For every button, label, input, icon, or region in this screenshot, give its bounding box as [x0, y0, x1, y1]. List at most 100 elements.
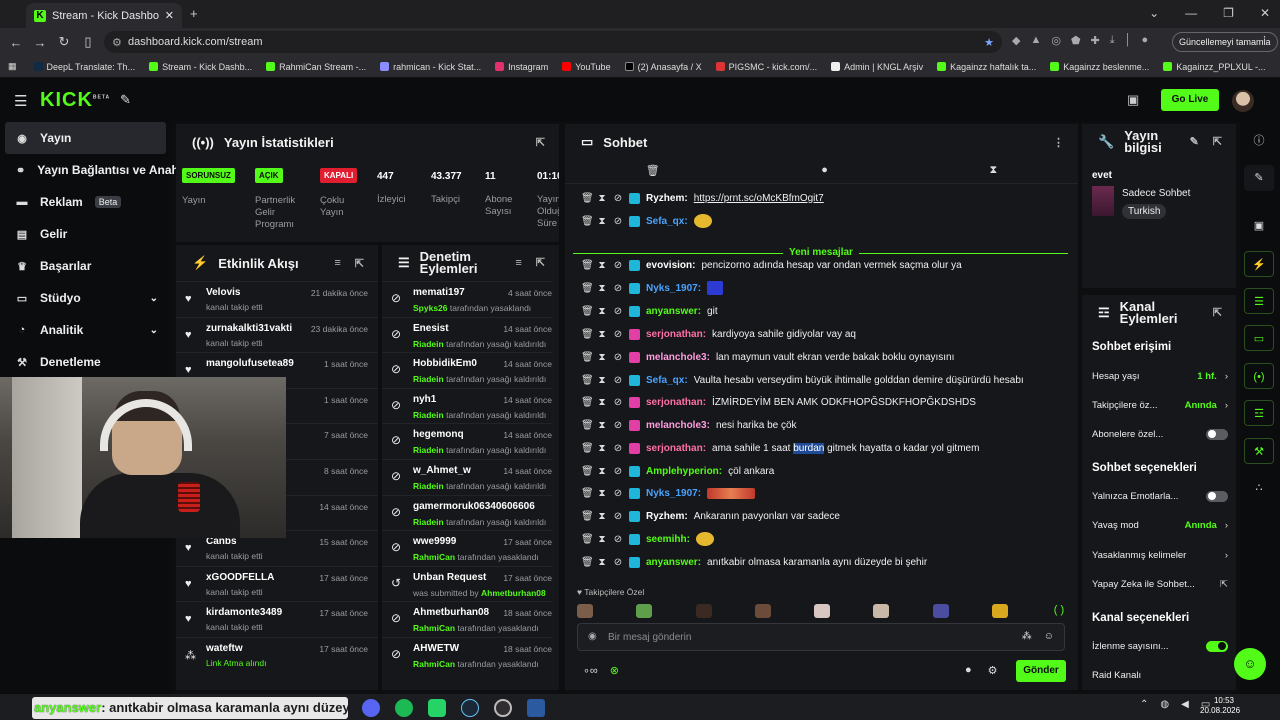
ban-icon[interactable]: ⊘	[613, 306, 623, 317]
emote-icon[interactable]: ( )	[1051, 604, 1067, 618]
delete-icon[interactable]: 🗑	[581, 283, 594, 294]
emote-icon[interactable]	[636, 604, 653, 618]
chat-username[interactable]: anyanswer:	[646, 557, 701, 568]
dots-icon[interactable]: ∴	[1244, 475, 1274, 501]
delete-icon[interactable]: 🗑	[581, 397, 594, 408]
chat-username[interactable]: seemihh:	[646, 534, 690, 545]
timeout-icon[interactable]: ⧗	[597, 466, 607, 477]
timeout-icon[interactable]: ⧗	[597, 488, 607, 499]
moderation-row[interactable]: ⊘ wwe9999 RahmiCan tarafından yasaklandı 17…	[382, 530, 552, 566]
popout-icon[interactable]: ⇱	[355, 257, 364, 270]
activity-row[interactable]: ♥ xGOODFELLA kanalı takip etti 17 saat önce	[176, 565, 378, 602]
settings-dots-icon[interactable]: ∘∞	[583, 664, 598, 677]
puzzle-icon[interactable]: ✚	[1091, 34, 1100, 47]
delete-icon[interactable]: 🗑	[581, 488, 594, 499]
bookmark-item[interactable]: Instagram	[488, 62, 555, 72]
chat-icon[interactable]: ▭	[1244, 325, 1274, 351]
bookmark-item[interactable]: Admin | KNGL Arşiv	[824, 62, 930, 72]
download-icon[interactable]: ⤓	[1110, 34, 1115, 47]
kick-small-icon[interactable]: ⊗	[610, 664, 619, 677]
extension-icon[interactable]: ▲	[1030, 34, 1041, 47]
bookmark-item[interactable]: PIGSMC - kick.com/...	[709, 62, 825, 72]
emoji-icon[interactable]: ☺	[1044, 631, 1054, 642]
reload-icon[interactable]: ↻	[52, 34, 76, 50]
chat-username[interactable]: evovision:	[646, 260, 695, 271]
delete-icon[interactable]: 🗑	[581, 193, 594, 204]
bookmark-item[interactable]: Stream - Kick Dashb...	[142, 62, 259, 72]
timeout-icon[interactable]: ⧗	[597, 283, 607, 294]
ai-chat-row[interactable]: Yapay Zeka ile Sohbet... ⇱	[1092, 576, 1228, 592]
site-info-icon[interactable]: ⚙	[112, 36, 122, 49]
chat-message[interactable]: 🗑 ⧗ ⊘ Sefa_qx:	[581, 211, 712, 231]
maximize-icon[interactable]: ❐	[1223, 6, 1234, 20]
timeout-icon[interactable]: ⧗	[597, 352, 607, 363]
more-icon[interactable]: ⋮	[1053, 136, 1064, 149]
chat-username[interactable]: anyanswer:	[646, 306, 701, 317]
ban-icon[interactable]: ⊘	[613, 352, 623, 363]
popout-icon[interactable]: ⇱	[1213, 136, 1222, 148]
extension-icon[interactable]: ⬟	[1071, 34, 1081, 47]
timeout-icon[interactable]: ⧗	[597, 511, 607, 522]
avatar[interactable]	[1232, 90, 1254, 112]
sidebar-item-basarilar[interactable]: ♛ Başarılar	[0, 250, 172, 282]
sidebar-item-link[interactable]: ⚭ Yayın Bağlantısı ve Anahtarı	[0, 154, 198, 186]
moderation-row[interactable]: ⊘ hegemonq Riadein tarafından yasağı kaldı…	[382, 423, 552, 459]
extension-icon[interactable]: ◎	[1051, 34, 1061, 47]
chat-message[interactable]: 🗑 ⧗ ⊘ serjonathan: İZMİRDEYİM BEN AMK ODKFHO…	[581, 392, 976, 412]
bolt-icon[interactable]: ⚡	[1244, 251, 1274, 277]
raid-row[interactable]: Raid Kanalı	[1092, 667, 1228, 683]
back-icon[interactable]: ←	[4, 35, 28, 50]
emote-icon[interactable]	[932, 604, 949, 618]
timeout-icon[interactable]: ⧗	[597, 420, 607, 431]
moderation-row[interactable]: ⊘ w_Ahmet_w Riadein tarafından yasağı kald…	[382, 459, 552, 495]
chat-message[interactable]: 🗑 ⧗ ⊘ evovision: pencizorno adında hesap var…	[581, 255, 962, 275]
delete-icon[interactable]: 🗑	[581, 443, 594, 454]
moderation-row[interactable]: ⊘ gamermoruk06340606606 Riadein tarafından…	[382, 494, 552, 531]
emote-icon[interactable]	[695, 604, 712, 618]
sidebar-item-yayin[interactable]: ◉ Yayın	[5, 122, 166, 154]
delete-icon[interactable]: 🗑	[581, 375, 594, 386]
chat-message[interactable]: 🗑 ⧗ ⊘ serjonathan: ama sahile 1 saat burdan …	[581, 438, 979, 458]
split-icon[interactable]: │	[1125, 34, 1132, 47]
emote-icon[interactable]	[991, 604, 1008, 618]
activity-row[interactable]: ♥ kirdamonte3489 kanalı takip etti 17 saat …	[176, 601, 378, 637]
bookmark-item[interactable]: RahmiCan Stream -...	[259, 62, 373, 72]
ban-icon[interactable]: ⊘	[613, 216, 623, 227]
banned-words-row[interactable]: Yasaklanmış kelimeler ›	[1092, 547, 1228, 563]
moderation-row[interactable]: ⊘ Ahmetburhan08 RahmiCan tarafından yasakl…	[382, 601, 552, 637]
dropdown-icon[interactable]: ⌄	[1149, 6, 1159, 20]
popout-icon[interactable]: ⇱	[536, 257, 545, 269]
apps-icon[interactable]: ▦	[8, 61, 17, 72]
hourglass-icon[interactable]: ⧗	[989, 164, 997, 183]
forward-icon[interactable]: →	[28, 35, 52, 50]
screen-icon[interactable]: ▣	[1127, 92, 1139, 108]
sliders-icon[interactable]: ☲	[1244, 400, 1274, 426]
emote-icon[interactable]	[754, 604, 771, 618]
translate-icon[interactable]: ⁂	[1022, 631, 1032, 642]
ban-icon[interactable]: ⊘	[613, 443, 623, 454]
chevron-up-icon[interactable]: ⌃	[1140, 699, 1148, 710]
pencil-icon[interactable]: ✎	[1244, 165, 1274, 191]
discord-icon[interactable]	[362, 699, 380, 717]
bubble-icon[interactable]: ●	[965, 664, 972, 677]
chat-message[interactable]: 🗑 ⧗ ⊘ serjonathan: kardiyoya sahile gidiyola…	[581, 324, 856, 344]
chat-message[interactable]: 🗑 ⧗ ⊘ anyanswer: git	[581, 301, 718, 321]
moderation-row[interactable]: ⊘ AHWETW RahmiCan tarafından yasaklandı 18 …	[382, 637, 552, 673]
account-age-row[interactable]: Hesap yaşı 1 hf. ›	[1092, 368, 1228, 384]
kick-logo[interactable]: KICKBETA	[40, 89, 110, 112]
emote-icon[interactable]	[873, 604, 890, 618]
gear-icon[interactable]: ⚙	[988, 664, 998, 677]
bookmark-item[interactable]: rahmican - Kick Stat...	[373, 62, 488, 72]
chat-message[interactable]: 🗑 ⧗ ⊘ Amplehyperion: çöl ankara	[581, 461, 774, 481]
chat-username[interactable]: melanchole3:	[646, 352, 710, 363]
help-chat-icon[interactable]: ☺	[1234, 648, 1266, 680]
timeout-icon[interactable]: ⧗	[597, 557, 607, 568]
whatsapp-icon[interactable]	[428, 699, 446, 717]
bookmark-item[interactable]: DeepL Translate: Th...	[27, 62, 143, 72]
ban-icon[interactable]: ⊘	[613, 534, 623, 545]
activity-row[interactable]: ♥ zurnakalkti31vakti kanalı takip etti 23 d…	[176, 316, 378, 353]
ban-icon[interactable]: ⊘	[613, 488, 623, 499]
sidebar-item-reklam[interactable]: ▬ Reklam Beta	[0, 186, 172, 218]
moderation-row[interactable]: ⊘ nyh1 Riadein tarafından yasağı kaldırıld…	[382, 387, 552, 424]
chat-link[interactable]: https://prnt.sc/oMcKBfmOgit7	[694, 193, 824, 204]
